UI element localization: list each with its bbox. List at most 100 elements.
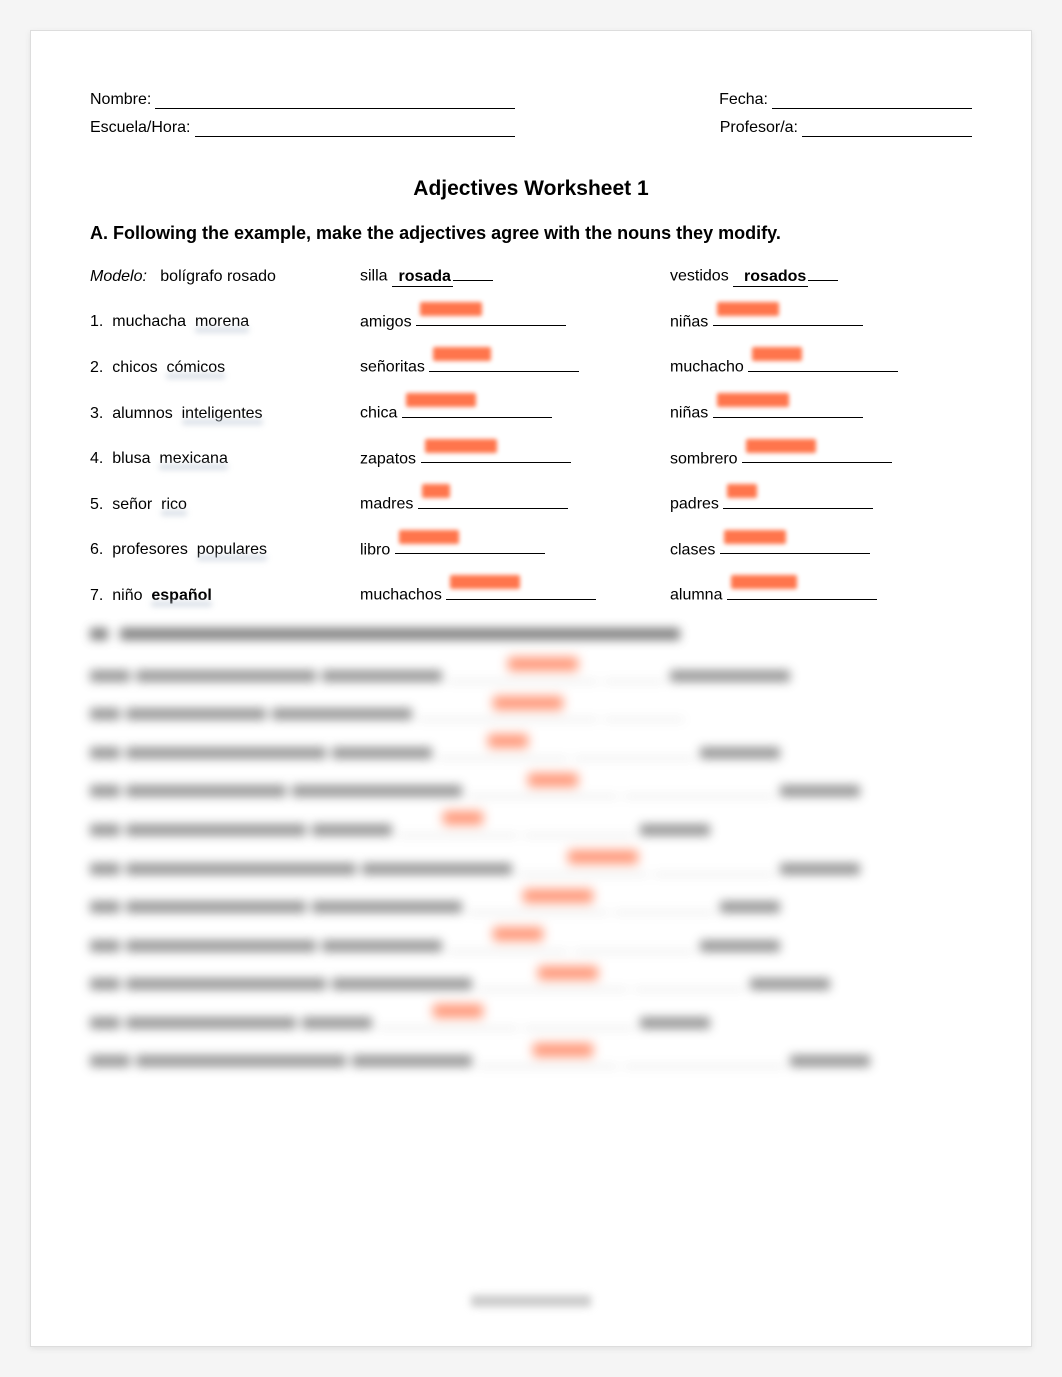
col3-noun: alumna	[670, 587, 722, 604]
model-phrase: bolígrafo rosado	[160, 268, 276, 285]
answer-blank[interactable]	[748, 353, 898, 372]
redacted-answer	[752, 347, 802, 361]
row-number: 3.	[90, 405, 103, 422]
col2: zapatos	[360, 445, 660, 469]
col3-noun: niñas	[670, 313, 708, 330]
col3: clases	[670, 536, 972, 560]
redacted-answer	[746, 439, 816, 453]
teacher-field[interactable]: Profesor/a:	[720, 119, 972, 138]
col1: 2. chicos cómicos	[90, 359, 350, 377]
exercise-row: 6. profesores populareslibro clases	[90, 536, 972, 560]
row-number: 5.	[90, 496, 103, 513]
section-b-heading	[90, 627, 972, 645]
date-input-line[interactable]	[772, 90, 972, 109]
model-col3-noun: vestidos	[670, 268, 729, 285]
noun: niño	[112, 587, 142, 604]
section-b-row	[90, 856, 972, 875]
col3-noun: padres	[670, 496, 719, 513]
col2-noun: chica	[360, 405, 397, 422]
section-b-blurred	[90, 627, 972, 1068]
answer-blank[interactable]	[713, 399, 863, 418]
name-input-line[interactable]	[155, 90, 515, 109]
exercise-row: 3. alumnos inteligentes chica niñas	[90, 399, 972, 423]
redacted-answer	[422, 484, 450, 498]
model-col2-answer: rosada	[392, 268, 453, 285]
answer-blank[interactable]	[713, 308, 863, 327]
col2-noun: muchachos	[360, 587, 442, 604]
answer-blank[interactable]	[720, 536, 870, 555]
row-number: 4.	[90, 450, 103, 467]
name-label: Nombre:	[90, 91, 151, 109]
col2: muchachos	[360, 581, 660, 605]
row-number: 6.	[90, 541, 103, 558]
model-col2-noun: silla	[360, 268, 388, 285]
noun: muchacha	[112, 313, 186, 330]
answer-blank[interactable]	[742, 445, 892, 464]
date-field[interactable]: Fecha:	[719, 90, 972, 109]
answer-blank[interactable]	[395, 536, 545, 555]
answer-blank[interactable]	[402, 399, 552, 418]
col3: niñas	[670, 308, 972, 332]
col2: señoritas	[360, 353, 660, 377]
section-a-heading: A. Following the example, make the adjec…	[90, 223, 972, 244]
adjective: morena	[195, 313, 249, 330]
model-col2: silla rosada	[360, 262, 660, 286]
redacted-answer	[433, 347, 491, 361]
col2: madres	[360, 490, 660, 514]
col1: 3. alumnos inteligentes	[90, 405, 350, 423]
adjective: español	[151, 587, 211, 604]
answer-blank[interactable]	[446, 581, 596, 600]
col2: amigos	[360, 308, 660, 332]
section-a-rows: 1. muchacha morena amigos niñas 2. chicos…	[90, 308, 972, 605]
header-row-2: Escuela/Hora: Profesor/a:	[90, 119, 972, 138]
answer-blank[interactable]	[727, 581, 877, 600]
row-number: 2.	[90, 359, 103, 376]
section-b-row	[90, 933, 972, 952]
redacted-answer	[420, 302, 482, 316]
col2: chica	[360, 399, 660, 423]
answer-blank[interactable]	[723, 490, 873, 509]
section-b-row	[90, 779, 972, 798]
exercise-row: 5. señor rico madres padres	[90, 490, 972, 514]
redacted-answer	[717, 393, 789, 407]
adjective: rico	[161, 496, 187, 513]
answer-blank[interactable]	[421, 445, 571, 464]
answer-blank[interactable]	[416, 308, 566, 327]
model-col3-answer: rosados	[733, 268, 808, 285]
col1: 4. blusa mexicana	[90, 450, 350, 468]
section-b-row	[90, 1049, 972, 1068]
row-number: 7.	[90, 587, 103, 604]
model-col1: Modelo: bolígrafo rosado	[90, 268, 350, 286]
worksheet-page: Nombre: Fecha: Escuela/Hora: Profesor/a:…	[30, 30, 1032, 1347]
adjective: inteligentes	[182, 405, 263, 422]
section-b-row	[90, 740, 972, 759]
noun: profesores	[112, 541, 188, 558]
noun: señor	[112, 496, 152, 513]
noun: chicos	[112, 359, 157, 376]
name-field[interactable]: Nombre:	[90, 90, 515, 109]
redacted-answer	[399, 530, 459, 544]
teacher-input-line[interactable]	[802, 119, 972, 138]
worksheet-title: Adjectives Worksheet 1	[90, 177, 972, 201]
col1: 5. señor rico	[90, 496, 350, 514]
section-b-row	[90, 895, 972, 914]
col3-noun: sombrero	[670, 450, 738, 467]
answer-blank[interactable]	[418, 490, 568, 509]
col1: 1. muchacha morena	[90, 313, 350, 331]
adjective: cómicos	[166, 359, 225, 376]
answer-blank[interactable]	[429, 353, 579, 372]
header-row-1: Nombre: Fecha:	[90, 90, 972, 109]
col3-noun: clases	[670, 541, 715, 558]
redacted-answer	[727, 484, 757, 498]
redacted-answer	[450, 575, 520, 589]
school-field[interactable]: Escuela/Hora:	[90, 119, 515, 138]
col1: 6. profesores populares	[90, 541, 350, 559]
col3: alumna	[670, 581, 972, 605]
date-label: Fecha:	[719, 91, 768, 109]
adjective: mexicana	[159, 450, 227, 467]
school-input-line[interactable]	[195, 119, 515, 138]
noun: blusa	[112, 450, 150, 467]
model-row: Modelo: bolígrafo rosado silla rosada ve…	[90, 262, 972, 286]
redacted-answer	[425, 439, 497, 453]
col3-noun: niñas	[670, 405, 708, 422]
